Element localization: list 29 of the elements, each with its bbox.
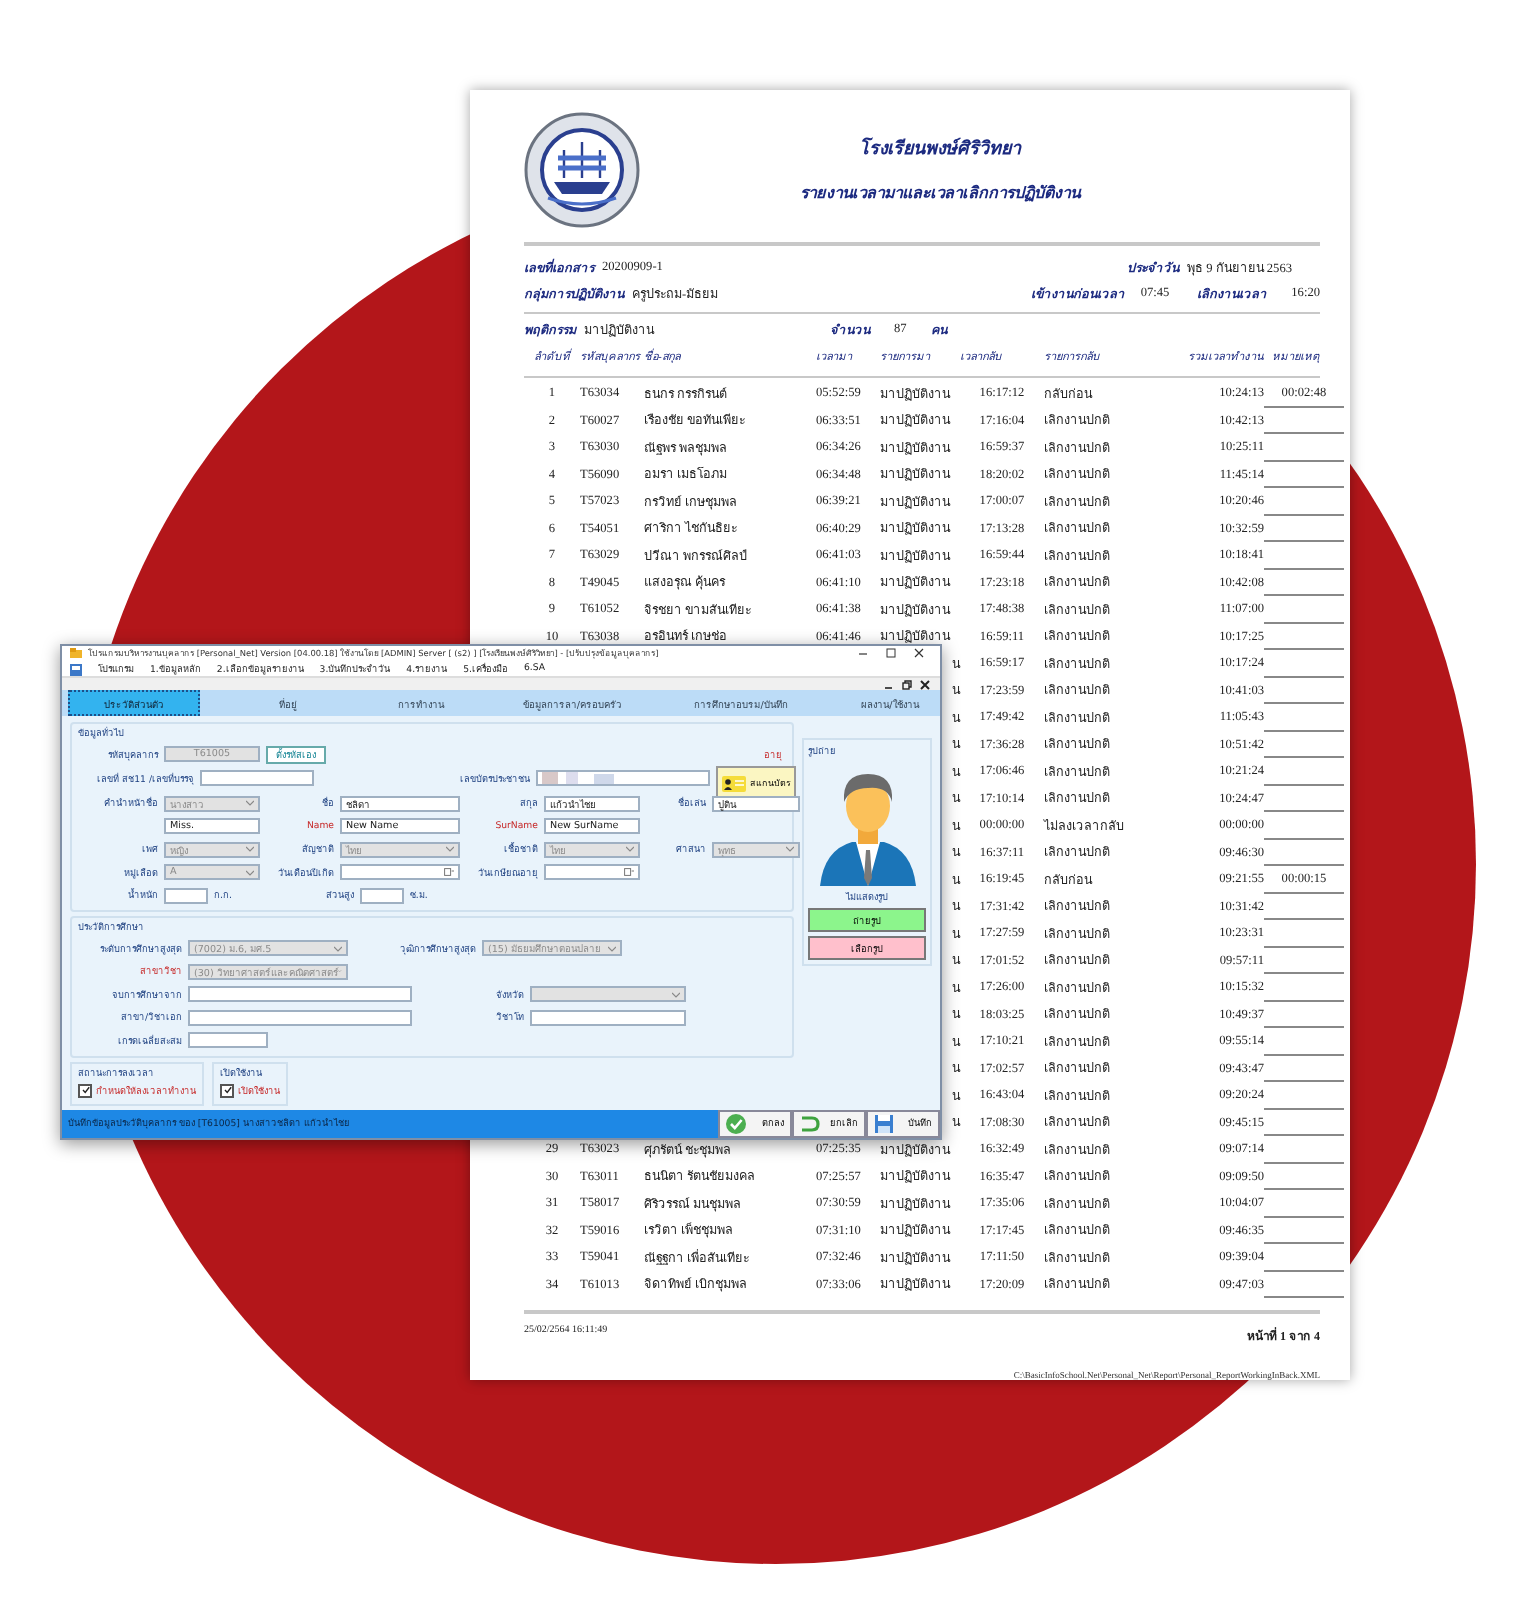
school-logo-drawing bbox=[524, 110, 640, 230]
blurred-field[interactable] bbox=[536, 770, 710, 787]
date-field[interactable] bbox=[340, 864, 460, 881]
text-field[interactable] bbox=[188, 1032, 268, 1049]
date-field[interactable] bbox=[544, 864, 640, 881]
calendar-icon bbox=[624, 868, 634, 877]
text-field[interactable] bbox=[164, 887, 208, 904]
report-school-name: โรงเรียนพงษ์ศิริวิทยา bbox=[859, 135, 1021, 162]
checkmark-icon bbox=[81, 1086, 89, 1095]
checkbox-box[interactable] bbox=[220, 1083, 234, 1098]
close-icon[interactable] bbox=[920, 679, 930, 690]
checkbox-box[interactable] bbox=[78, 1083, 92, 1098]
dropdown[interactable] bbox=[530, 986, 686, 1003]
checkmark-icon bbox=[223, 1086, 231, 1095]
text-field[interactable] bbox=[359, 887, 404, 904]
report-title: รายงานเวลามาและเวลาเลิกการปฏิบัติงาน bbox=[800, 182, 1080, 206]
minimize-icon[interactable] bbox=[858, 648, 868, 659]
close-icon[interactable] bbox=[914, 648, 924, 659]
id-card-icon bbox=[722, 775, 746, 792]
restore-icon[interactable] bbox=[902, 679, 912, 690]
calendar-icon bbox=[444, 868, 454, 877]
app-icon bbox=[70, 647, 82, 660]
checkmark-icon bbox=[726, 1113, 746, 1134]
save-icon bbox=[874, 1113, 894, 1134]
maximize-icon[interactable] bbox=[886, 648, 896, 659]
text-field[interactable] bbox=[188, 1009, 412, 1026]
text-field[interactable] bbox=[530, 1009, 686, 1026]
text-field[interactable] bbox=[188, 986, 412, 1003]
text-field[interactable] bbox=[200, 770, 314, 787]
